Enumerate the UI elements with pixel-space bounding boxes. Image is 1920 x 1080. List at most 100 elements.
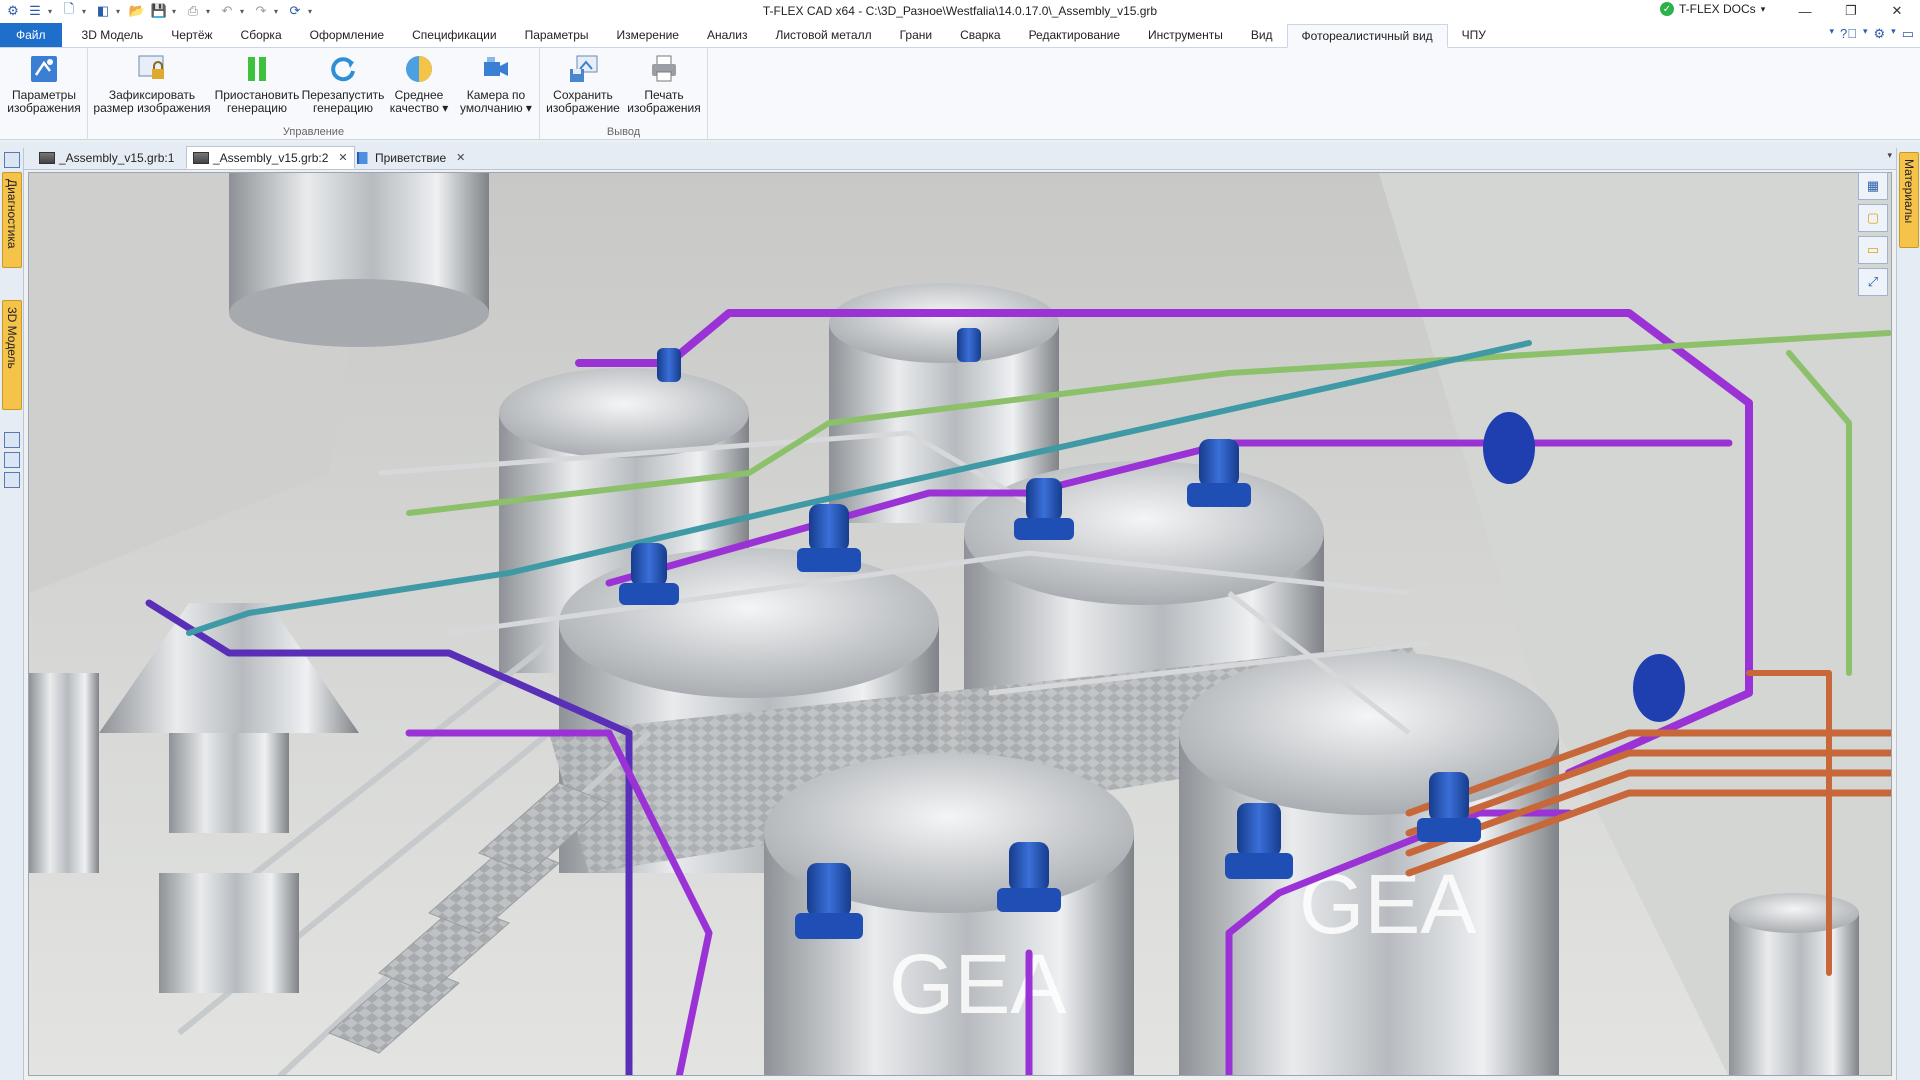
image-link-icon[interactable]: ⤢ [1858, 268, 1888, 296]
menu-list-icon[interactable]: ☰ [26, 2, 44, 20]
panel-grid-icon[interactable] [4, 152, 20, 168]
pause-icon [240, 52, 274, 86]
fix-image-size-button[interactable]: Зафиксировать размер изображения [92, 52, 212, 115]
tab-analysis[interactable]: Анализ [693, 23, 762, 47]
panel-tool-icon-3[interactable] [4, 472, 20, 488]
tab-sheet-metal[interactable]: Листовой металл [761, 23, 885, 47]
tab-measure[interactable]: Измерение [603, 23, 693, 47]
tab-materials[interactable]: Материалы [1899, 152, 1919, 248]
image-params-button[interactable]: Параметры изображения [4, 52, 84, 115]
sticky-note-icon[interactable]: ▢ [1858, 204, 1888, 232]
document-tabs: _Assembly_v15.grb:1 ✕ _Assembly_v15.grb:… [0, 142, 1920, 170]
tab-faces[interactable]: Грани [886, 23, 947, 47]
redo-icon[interactable]: ↷ [252, 2, 270, 20]
tabs-overflow-icon[interactable]: ▾ [1887, 150, 1892, 161]
tab-tools[interactable]: Инструменты [1134, 23, 1237, 47]
restart-generation-button[interactable]: Перезапустить генерацию [302, 52, 384, 115]
help-icon[interactable]: ?⃝ [1840, 26, 1857, 42]
default-camera-dropdown[interactable]: Камера по умолчанию ▾ [454, 52, 538, 115]
app-logo-icon[interactable]: ⚙ [4, 2, 22, 20]
tab-cnc[interactable]: ЧПУ [1448, 23, 1500, 47]
chevron-down-icon: ▾ [1760, 3, 1766, 14]
chevron-down-icon[interactable]: ▾ [1863, 26, 1868, 42]
panel-tool-icon-2[interactable] [4, 452, 20, 468]
save-icon[interactable]: 💾 [150, 2, 168, 20]
panel-tool-icon-1[interactable] [4, 432, 20, 448]
chevron-down-icon[interactable]: ▾ [308, 7, 316, 16]
chevron-down-icon[interactable]: ▾ [116, 7, 124, 16]
chevron-down-icon[interactable]: ▾ [274, 7, 282, 16]
ribbon-options-icon[interactable]: ▭ [1902, 26, 1914, 42]
tab-view[interactable]: Вид [1237, 23, 1287, 47]
open-folder-icon[interactable]: 📂 [128, 2, 146, 20]
close-icon[interactable]: ✕ [338, 151, 347, 164]
regenerate-icon[interactable]: ⟳ [286, 2, 304, 20]
tab-annotation[interactable]: Оформление [296, 23, 398, 47]
lock-image-icon [135, 52, 169, 86]
undo-icon[interactable]: ↶ [218, 2, 236, 20]
rendered-scene: GEA GEA [29, 173, 1891, 1075]
tab-assembly[interactable]: Сборка [227, 23, 296, 47]
save-image-button[interactable]: Сохранить изображение [544, 52, 622, 115]
flag-icon [357, 151, 371, 164]
tab-diagnostics[interactable]: Диагностика [2, 172, 22, 268]
right-side-panel: Материалы [1896, 148, 1920, 1080]
title-bar: ⚙ ☰ ▾ 🗋 ▾ ◧ ▾ 📂 💾 ▾ ⎙ ▾ ↶ ▾ ↷ ▾ ⟳ ▾ T-FL… [0, 0, 1920, 22]
docs-menu[interactable]: ✓ T-FLEX DOCs ▾ [1660, 2, 1765, 16]
chevron-down-icon[interactable]: ▾ [82, 7, 90, 16]
tab-parameters[interactable]: Параметры [511, 23, 603, 47]
folder-icon[interactable]: ▭ [1858, 236, 1888, 264]
restart-icon [326, 52, 360, 86]
tab-3d-model[interactable]: 3D Модель [68, 23, 158, 47]
chevron-down-icon[interactable]: ▾ [240, 7, 248, 16]
close-button[interactable]: ✕ [1874, 0, 1920, 22]
layout-icon[interactable]: ▦ [1858, 172, 1888, 200]
print-image-button[interactable]: Печать изображения [624, 52, 704, 115]
quick-access-toolbar: ⚙ ☰ ▾ 🗋 ▾ ◧ ▾ 📂 💾 ▾ ⎙ ▾ ↶ ▾ ↷ ▾ ⟳ ▾ [0, 0, 316, 22]
ribbon-panel: Параметры изображения Зафиксировать разм… [0, 48, 1920, 140]
chevron-down-icon[interactable]: ▾ [1891, 26, 1896, 42]
gea-logo-left: GEA [889, 937, 1066, 1031]
gear-icon[interactable]: ⚙ [1874, 26, 1886, 42]
chevron-down-icon[interactable]: ▾ [172, 7, 180, 16]
doc-tab-welcome[interactable]: Приветствие ✕ [350, 146, 472, 169]
new-file-icon[interactable]: 🗋 [60, 1, 78, 20]
3d-box-icon[interactable]: ◧ [94, 2, 112, 20]
image-params-icon [27, 52, 61, 86]
save-image-icon [566, 52, 600, 86]
ribbon-group-label-control: Управление [282, 126, 345, 138]
chevron-down-icon[interactable]: ▾ [1829, 26, 1834, 42]
tab-3d-model-panel[interactable]: 3D Модель [2, 300, 22, 410]
ribbon-group-label-output: Вывод [606, 126, 641, 138]
printer-icon [647, 52, 681, 86]
assembly-file-icon [193, 151, 209, 164]
docs-label: T-FLEX DOCs [1679, 2, 1756, 16]
maximize-button[interactable]: ❐ [1828, 0, 1874, 22]
ribbon-group-output: Сохранить изображение Печать изображения… [540, 48, 708, 140]
3d-viewport[interactable]: GEA GEA [28, 172, 1892, 1076]
pause-generation-button[interactable]: Приостановить генерацию [212, 52, 302, 115]
tab-specifications[interactable]: Спецификации [398, 23, 510, 47]
minimize-button[interactable]: — [1782, 0, 1828, 22]
left-side-panel: Диагностика 3D Модель [0, 148, 24, 1080]
assembly-file-icon [39, 151, 55, 164]
quality-icon [402, 52, 436, 86]
tab-welding[interactable]: Сварка [946, 23, 1014, 47]
docs-status-icon: ✓ [1660, 2, 1674, 16]
camera-icon [479, 52, 513, 86]
quality-dropdown[interactable]: Среднее качество ▾ [384, 52, 454, 115]
doc-tab-assembly-1[interactable]: _Assembly_v15.grb:1 ✕ [32, 146, 201, 169]
print-icon[interactable]: ⎙ [184, 2, 202, 20]
tab-photorealistic-view[interactable]: Фотореалистичный вид [1286, 24, 1448, 48]
ribbon-tabs: Файл 3D Модель Чертёж Сборка Оформление … [0, 22, 1920, 48]
menu-right-tools: ▾ ?⃝ ▾ ⚙ ▾ ▭ [1829, 26, 1914, 42]
chevron-down-icon[interactable]: ▾ [206, 7, 214, 16]
chevron-down-icon[interactable]: ▾ [48, 7, 56, 16]
tab-drawing[interactable]: Чертёж [157, 23, 226, 47]
doc-tab-assembly-2[interactable]: _Assembly_v15.grb:2 ✕ [186, 146, 355, 169]
tab-editing[interactable]: Редактирование [1015, 23, 1134, 47]
tab-file[interactable]: Файл [0, 23, 62, 47]
ribbon-group-control: Зафиксировать размер изображения Приоста… [88, 48, 540, 140]
ribbon-group-params: Параметры изображения [0, 48, 88, 140]
close-icon[interactable]: ✕ [456, 151, 465, 164]
